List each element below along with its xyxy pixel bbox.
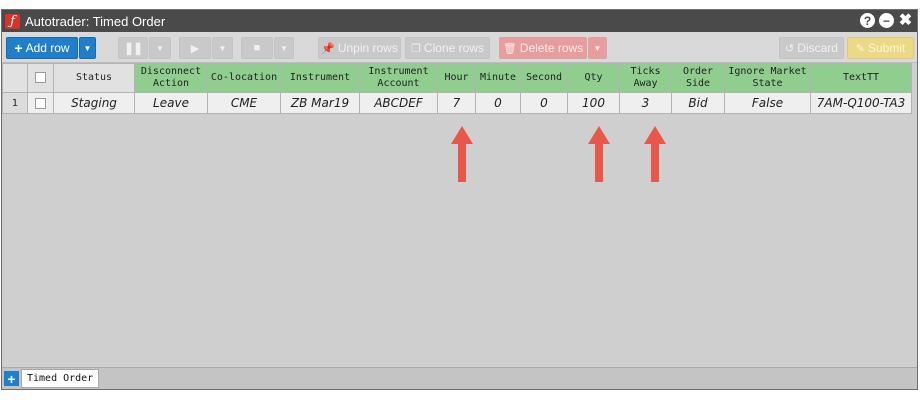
window-title: Autotrader: Timed Order [25, 13, 166, 29]
tab-timed-order[interactable]: Timed Order [21, 369, 100, 388]
column-header-instrument-account[interactable]: Instrument Account [359, 63, 438, 93]
close-icon[interactable]: ✖ [898, 12, 913, 28]
row-number: 1 [2, 92, 28, 114]
cell-instrument-account[interactable]: ABCDEF [359, 92, 438, 114]
toolbar: + Add row ▼ ❚❚ ▼ ▶ ▼ ■ ▼ 📌 Unpin rows ❐ [2, 32, 917, 63]
column-header-second[interactable]: Second [520, 63, 568, 93]
cell-disconnect-action[interactable]: Leave [134, 92, 208, 114]
submit-label: Submit [867, 41, 906, 55]
delete-rows-label: Delete rows [519, 41, 584, 55]
pause-button[interactable]: ❚❚ [118, 37, 148, 59]
column-header-instrument[interactable]: Instrument [280, 63, 360, 93]
help-icon[interactable]: ? [860, 13, 875, 28]
unpin-rows-button[interactable]: 📌 Unpin rows [318, 37, 401, 59]
play-icon: ▶ [190, 42, 200, 55]
clone-rows-label: Clone rows [423, 41, 484, 55]
annotation-arrow-ticks-away [644, 126, 666, 182]
header-row: Status Disconnect Action Co-location Ins… [2, 63, 912, 93]
discard-button[interactable]: ↺ Discard [779, 37, 844, 59]
delete-rows-button[interactable]: 🗑 Delete rows [499, 37, 587, 59]
column-header-ignore-market-state[interactable]: Ignore Market State [724, 63, 811, 93]
table-row[interactable]: 1 Staging Leave CME ZB Mar19 ABCDEF 7 0 … [2, 92, 912, 114]
column-header-disconnect-action[interactable]: Disconnect Action [134, 63, 208, 93]
cell-ignore-market-state[interactable]: False [724, 92, 811, 114]
caret-down-icon: ▼ [280, 43, 288, 53]
clone-icon: ❐ [411, 42, 421, 55]
plus-icon: + [14, 40, 23, 56]
row-number-header [2, 63, 28, 93]
pin-icon: 📌 [321, 42, 335, 55]
caret-down-icon: ▼ [593, 43, 602, 53]
cell-texttt[interactable]: 7AM-Q100-TA3 [810, 92, 912, 114]
cell-second[interactable]: 0 [520, 92, 568, 114]
orders-grid: Status Disconnect Action Co-location Ins… [2, 63, 912, 114]
title-bar: ƒ Autotrader: Timed Order ? − ✖ [2, 10, 917, 32]
start-button[interactable]: ▶ [179, 37, 211, 59]
row-checkbox[interactable] [35, 98, 46, 109]
pause-icon: ❚❚ [123, 41, 143, 55]
cell-qty[interactable]: 100 [567, 92, 620, 114]
column-header-minute[interactable]: Minute [475, 63, 521, 93]
stop-icon: ■ [253, 42, 261, 54]
pencil-icon: ✎ [855, 42, 865, 55]
caret-down-icon: ▼ [218, 43, 227, 53]
stop-button[interactable]: ■ [241, 37, 273, 59]
column-header-status[interactable]: Status [53, 63, 135, 93]
discard-label: Discard [797, 41, 838, 55]
column-header-co-location[interactable]: Co-location [207, 63, 281, 93]
stop-dropdown[interactable]: ▼ [274, 37, 294, 59]
pause-dropdown[interactable]: ▼ [149, 37, 171, 59]
column-header-hour[interactable]: Hour [437, 63, 476, 93]
caret-down-icon: ▼ [83, 43, 92, 53]
column-header-qty[interactable]: Qty [567, 63, 620, 93]
unpin-rows-label: Unpin rows [337, 41, 398, 55]
workspace-tab-bar: + Timed Order [2, 367, 917, 389]
add-tab-button[interactable]: + [4, 371, 19, 386]
clone-rows-button[interactable]: ❐ Clone rows [405, 37, 490, 59]
column-header-order-side[interactable]: Order Side [671, 63, 725, 93]
cell-order-side[interactable]: Bid [671, 92, 725, 114]
cell-ticks-away[interactable]: 3 [619, 92, 672, 114]
row-select-cell[interactable] [27, 92, 54, 114]
annotation-arrow-hour [451, 126, 473, 182]
add-row-label: Add row [25, 41, 70, 55]
autotrader-window: ƒ Autotrader: Timed Order ? − ✖ + Add ro… [1, 9, 918, 390]
cell-instrument[interactable]: ZB Mar19 [280, 92, 360, 114]
delete-rows-dropdown[interactable]: ▼ [588, 37, 607, 59]
column-header-texttt[interactable]: TextTT [810, 63, 912, 93]
undo-icon: ↺ [785, 42, 795, 55]
add-row-dropdown[interactable]: ▼ [79, 37, 96, 59]
select-all-checkbox[interactable] [35, 71, 46, 83]
app-logo-icon: ƒ [5, 13, 20, 29]
caret-down-icon: ▼ [156, 43, 164, 53]
cell-minute[interactable]: 0 [475, 92, 521, 114]
trash-icon: 🗑 [502, 42, 517, 55]
annotation-arrow-qty [588, 126, 610, 182]
start-dropdown[interactable]: ▼ [212, 37, 233, 59]
cell-status[interactable]: Staging [53, 92, 135, 114]
column-header-ticks-away[interactable]: Ticks Away [619, 63, 672, 93]
submit-button[interactable]: ✎ Submit [847, 37, 914, 59]
cell-hour[interactable]: 7 [437, 92, 476, 114]
cell-co-location[interactable]: CME [207, 92, 281, 114]
select-all-header[interactable] [27, 63, 54, 93]
minimize-icon[interactable]: − [879, 13, 894, 28]
add-row-button[interactable]: + Add row [6, 37, 78, 59]
